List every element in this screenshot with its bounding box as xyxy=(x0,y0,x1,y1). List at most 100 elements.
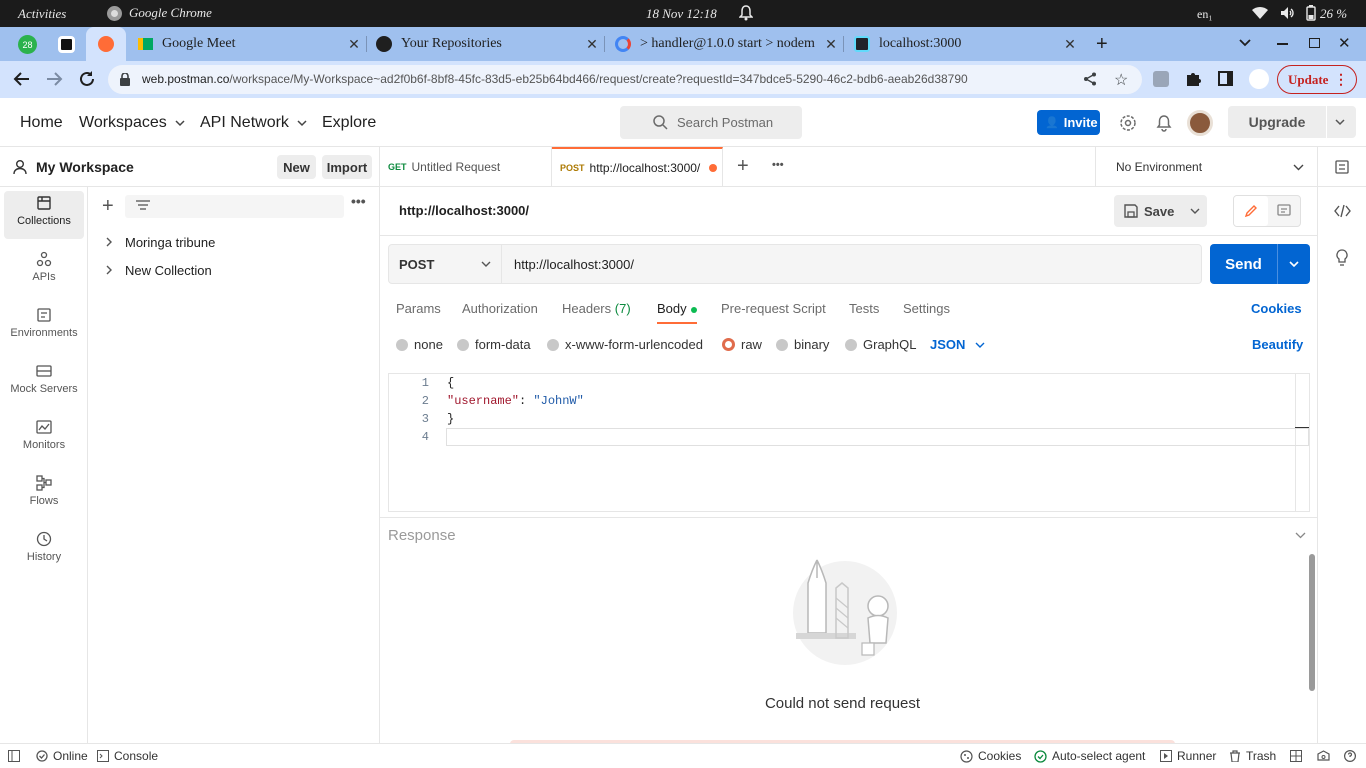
comment-icon[interactable] xyxy=(1277,204,1291,218)
update-button[interactable]: Update ⋮ xyxy=(1277,65,1357,94)
body-type-binary[interactable]: binary xyxy=(776,337,829,352)
tab-pre-request-script[interactable]: Pre-request Script xyxy=(721,301,826,316)
collection-item[interactable]: New Collection xyxy=(104,260,374,280)
edit-mode-button[interactable] xyxy=(1234,196,1268,226)
runner-button[interactable]: Runner xyxy=(1160,749,1216,763)
language-select[interactable]: JSON xyxy=(930,337,985,352)
body-type-raw[interactable]: raw xyxy=(722,337,762,352)
body-type-urlencoded[interactable]: x-www-form-urlencoded xyxy=(547,337,703,352)
request-tab-untitled[interactable]: GET Untitled Request xyxy=(380,147,552,187)
battery-icon[interactable] xyxy=(1305,5,1317,21)
forward-arrow-icon[interactable] xyxy=(45,70,63,88)
close-tab-icon[interactable]: ✕ xyxy=(584,36,600,53)
user-avatar[interactable] xyxy=(1187,110,1213,136)
tab-localhost[interactable]: localhost:3000 ✕ xyxy=(846,27,1078,61)
new-tab-icon[interactable]: + xyxy=(1096,33,1108,56)
response-label[interactable]: Response xyxy=(388,527,456,544)
rail-monitors[interactable]: Monitors xyxy=(4,415,84,463)
back-arrow-icon[interactable] xyxy=(13,70,31,88)
minimize-icon[interactable] xyxy=(1277,43,1288,45)
environment-select[interactable]: No Environment xyxy=(1095,147,1317,187)
tab-search-chevron-icon[interactable] xyxy=(1238,35,1252,49)
app-menu[interactable]: Google Chrome xyxy=(107,5,212,21)
side-panel-icon[interactable] xyxy=(1218,71,1233,86)
search-postman-input[interactable]: Search Postman xyxy=(620,106,802,139)
code-snippet-icon[interactable] xyxy=(1334,204,1351,218)
cookies-link[interactable]: Cookies xyxy=(1251,301,1302,316)
help-icon[interactable] xyxy=(1344,750,1356,762)
body-editor[interactable]: 1 2 3 4 { "username": "JohnW" } xyxy=(388,373,1310,512)
upgrade-button[interactable]: Upgrade xyxy=(1228,106,1356,138)
chevron-down-icon[interactable] xyxy=(1334,116,1346,128)
workspace-name[interactable]: My Workspace xyxy=(36,159,134,175)
theme-icon[interactable] xyxy=(1317,750,1330,762)
collection-item[interactable]: Moringa tribune xyxy=(104,232,374,252)
import-button[interactable]: Import xyxy=(322,155,372,179)
url-input[interactable]: http://localhost:3000/ xyxy=(502,244,1202,284)
method-select[interactable]: POST xyxy=(388,244,502,284)
tab-authorization[interactable]: Authorization xyxy=(462,301,538,316)
tab-google-search[interactable]: > handler@1.0.0 start > nodem ✕ xyxy=(607,27,839,61)
body-type-none[interactable]: none xyxy=(396,337,443,352)
chevron-down-icon[interactable] xyxy=(1190,206,1200,216)
rail-collections[interactable]: Collections xyxy=(4,191,84,239)
request-tab-post[interactable]: POST http://localhost:3000/ xyxy=(552,147,723,187)
reload-icon[interactable] xyxy=(78,70,96,88)
save-button[interactable]: Save xyxy=(1114,195,1207,227)
auto-select-agent-button[interactable]: Auto-select agent xyxy=(1034,749,1145,763)
beautify-link[interactable]: Beautify xyxy=(1252,337,1303,352)
restore-icon[interactable] xyxy=(1309,38,1320,48)
lightbulb-icon[interactable] xyxy=(1335,249,1349,267)
tab-headers[interactable]: Headers (7) xyxy=(562,301,631,316)
pinned-tab-app[interactable] xyxy=(58,36,75,53)
bookmark-star-icon[interactable]: ☆ xyxy=(1114,70,1128,90)
body-type-form-data[interactable]: form-data xyxy=(457,337,531,352)
rail-mock-servers[interactable]: Mock Servers xyxy=(4,359,84,407)
response-scrollbar[interactable] xyxy=(1309,554,1315,691)
invite-button[interactable]: 👤 Invite xyxy=(1037,110,1100,135)
trash-button[interactable]: Trash xyxy=(1229,749,1276,763)
omnibox[interactable]: web.postman.co/workspace/My-Workspace~ad… xyxy=(108,65,1142,94)
tab-settings[interactable]: Settings xyxy=(903,301,950,316)
settings-gear-icon[interactable] xyxy=(1119,114,1137,132)
tab-overflow-icon[interactable]: ••• xyxy=(772,159,784,171)
nav-api-network[interactable]: API Network xyxy=(200,98,307,147)
close-tab-icon[interactable]: ✕ xyxy=(1062,36,1078,53)
close-tab-icon[interactable]: ✕ xyxy=(823,36,839,53)
tab-google-meet[interactable]: Google Meet ✕ xyxy=(130,27,362,61)
language-indicator[interactable]: en₁ xyxy=(1197,7,1213,22)
toggle-sidebar-icon[interactable] xyxy=(8,750,20,762)
layout-grid-icon[interactable] xyxy=(1290,750,1302,762)
console-button[interactable]: Console xyxy=(97,749,158,763)
cookies-button[interactable]: Cookies xyxy=(960,749,1021,763)
volume-icon[interactable] xyxy=(1280,6,1296,20)
rail-environments[interactable]: Environments xyxy=(4,303,84,351)
nav-home[interactable]: Home xyxy=(20,98,63,147)
pinned-tab-postman[interactable] xyxy=(86,27,126,61)
more-options-icon[interactable]: ••• xyxy=(351,193,366,209)
environment-quick-look[interactable] xyxy=(1317,147,1366,187)
request-name[interactable]: http://localhost:3000/ xyxy=(399,203,529,218)
profile-avatar-icon[interactable] xyxy=(1249,69,1269,89)
nav-explore[interactable]: Explore xyxy=(322,98,376,147)
online-status[interactable]: Online xyxy=(36,749,88,763)
extension-icon[interactable] xyxy=(1153,71,1169,87)
extensions-puzzle-icon[interactable] xyxy=(1185,70,1202,87)
share-icon[interactable] xyxy=(1083,72,1097,86)
notifications-bell-icon[interactable] xyxy=(1156,114,1172,132)
tab-tests[interactable]: Tests xyxy=(849,301,879,316)
rail-apis[interactable]: APIs xyxy=(4,247,84,295)
clock[interactable]: 18 Nov 12:18 xyxy=(646,6,717,22)
pinned-tab-whatsapp[interactable]: 28 xyxy=(18,35,37,54)
new-request-tab-icon[interactable]: + xyxy=(737,155,749,178)
send-button[interactable]: Send xyxy=(1210,244,1310,284)
nav-workspaces[interactable]: Workspaces xyxy=(79,98,185,147)
tab-body[interactable]: Body xyxy=(657,301,697,316)
chevron-down-icon[interactable] xyxy=(1288,258,1300,270)
tab-your-repositories[interactable]: Your Repositories ✕ xyxy=(368,27,600,61)
rail-history[interactable]: History xyxy=(4,527,84,575)
activities-button[interactable]: Activities xyxy=(18,6,66,22)
close-tab-icon[interactable]: ✕ xyxy=(346,36,362,53)
wifi-icon[interactable] xyxy=(1252,6,1268,20)
chevron-down-icon[interactable] xyxy=(1295,530,1306,541)
